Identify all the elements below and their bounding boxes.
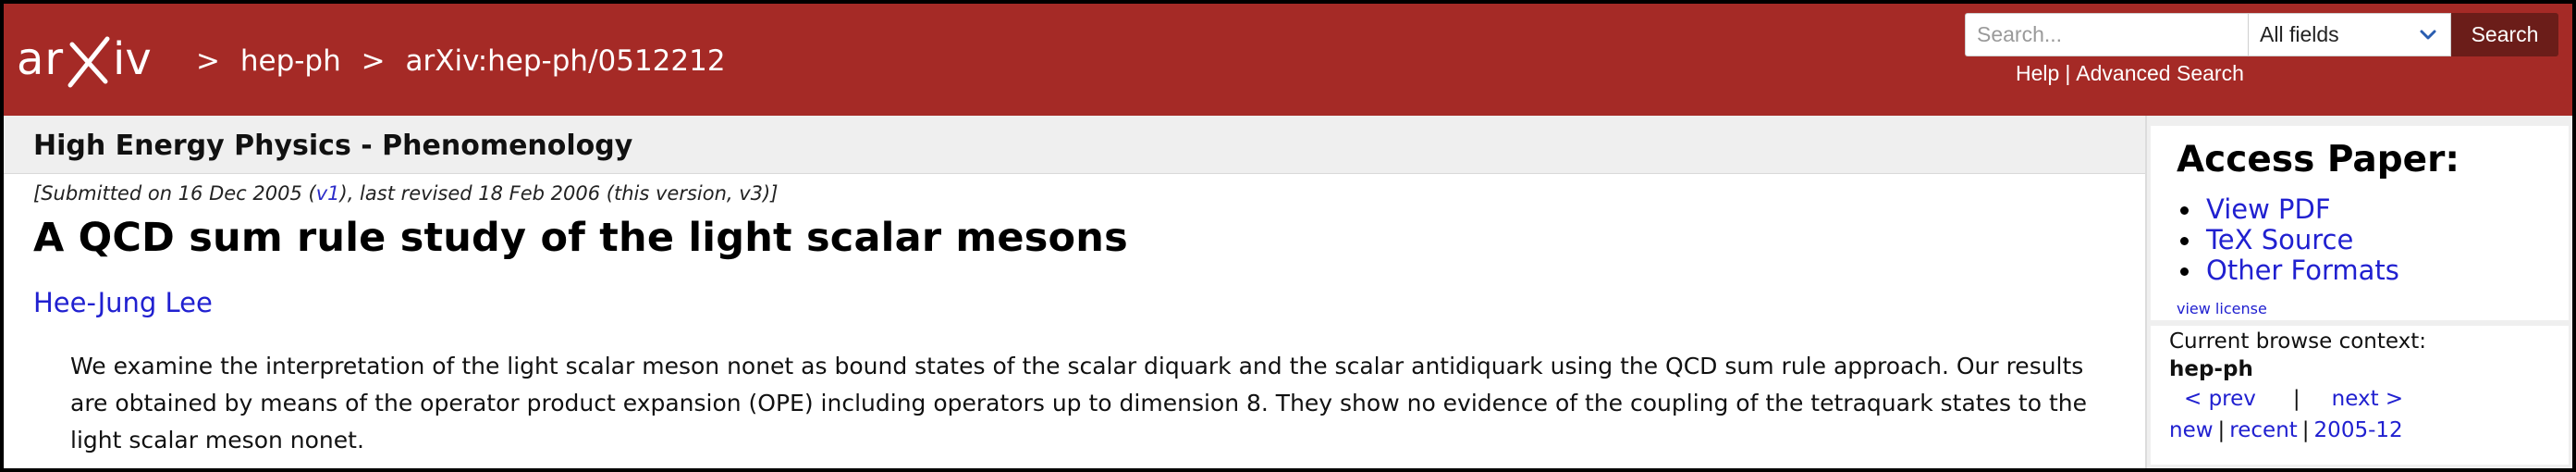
browse-nav: < prev | next > [2184, 387, 2403, 411]
access-list: View PDF TeX Source Other Formats [2177, 194, 2399, 286]
paper-title: A QCD sum rule study of the light scalar… [33, 215, 1128, 261]
site-header: ar iv > hep-ph > arXiv:hep-ph/0512212 Al… [4, 4, 2572, 116]
breadcrumb: > hep-ph > arXiv:hep-ph/0512212 [185, 44, 726, 78]
search-button[interactable]: Search [2451, 13, 2558, 56]
version-v1-link[interactable]: v1 [316, 182, 340, 205]
browse-links: new | recent | 2005-12 [2169, 418, 2403, 442]
link-separator: | [2217, 418, 2226, 442]
page: ar iv > hep-ph > arXiv:hep-ph/0512212 Al… [0, 0, 2576, 472]
help-link[interactable]: Help [2016, 61, 2059, 85]
other-formats-link[interactable]: Other Formats [2177, 255, 2399, 286]
breadcrumb-separator: > [361, 44, 386, 78]
submission-dateline: [Submitted on 16 Dec 2005 (v1), last rev… [33, 182, 778, 205]
search-input[interactable] [1965, 13, 2248, 56]
nav-separator: | [2292, 387, 2300, 411]
access-heading: Access Paper: [2177, 139, 2459, 180]
author-link[interactable]: Hee-Jung Lee [33, 287, 213, 318]
advanced-search-link[interactable]: Advanced Search [2076, 61, 2244, 85]
svg-text:iv: iv [113, 33, 152, 85]
month-link[interactable]: 2005-12 [2314, 418, 2403, 442]
breadcrumb-archive-link[interactable]: hep-ph [240, 44, 341, 78]
search-field-select[interactable]: All fields [2248, 13, 2451, 56]
search-field-value: All fields [2260, 22, 2339, 46]
recent-link[interactable]: recent [2229, 418, 2298, 442]
link-separator: | [2065, 61, 2071, 85]
svg-text:ar: ar [17, 33, 64, 85]
next-link[interactable]: next > [2332, 387, 2404, 411]
chevron-down-icon [2420, 30, 2436, 40]
browse-context-panel: Current browse context: hep-ph < prev | ne… [2151, 326, 2569, 465]
subject-bar: High Energy Physics - Phenomenology [4, 116, 2145, 174]
subject-title: High Energy Physics - Phenomenology [33, 130, 633, 162]
link-separator: | [2301, 418, 2310, 442]
help-links: Help | Advanced Search [2016, 61, 2244, 86]
access-paper-panel: Access Paper: View PDF TeX Source Other … [2151, 126, 2569, 320]
browse-context-label: Current browse context: [2169, 329, 2427, 354]
abstract: We examine the interpretation of the lig… [70, 353, 2088, 453]
prev-link[interactable]: < prev [2184, 387, 2256, 411]
tex-source-link[interactable]: TeX Source [2177, 225, 2399, 255]
dateline-suffix: ), last revised 18 Feb 2006 (this versio… [339, 182, 779, 205]
new-link[interactable]: new [2169, 418, 2214, 442]
arxiv-logo[interactable]: ar iv [17, 31, 181, 91]
view-pdf-link[interactable]: View PDF [2177, 194, 2399, 225]
view-license-link[interactable]: view license [2177, 300, 2267, 317]
breadcrumb-separator: > [196, 44, 220, 78]
dateline-prefix: [Submitted on 16 Dec 2005 ( [33, 182, 316, 205]
breadcrumb-paper-id: arXiv:hep-ph/0512212 [405, 44, 726, 78]
browse-context-value: hep-ph [2169, 357, 2253, 381]
